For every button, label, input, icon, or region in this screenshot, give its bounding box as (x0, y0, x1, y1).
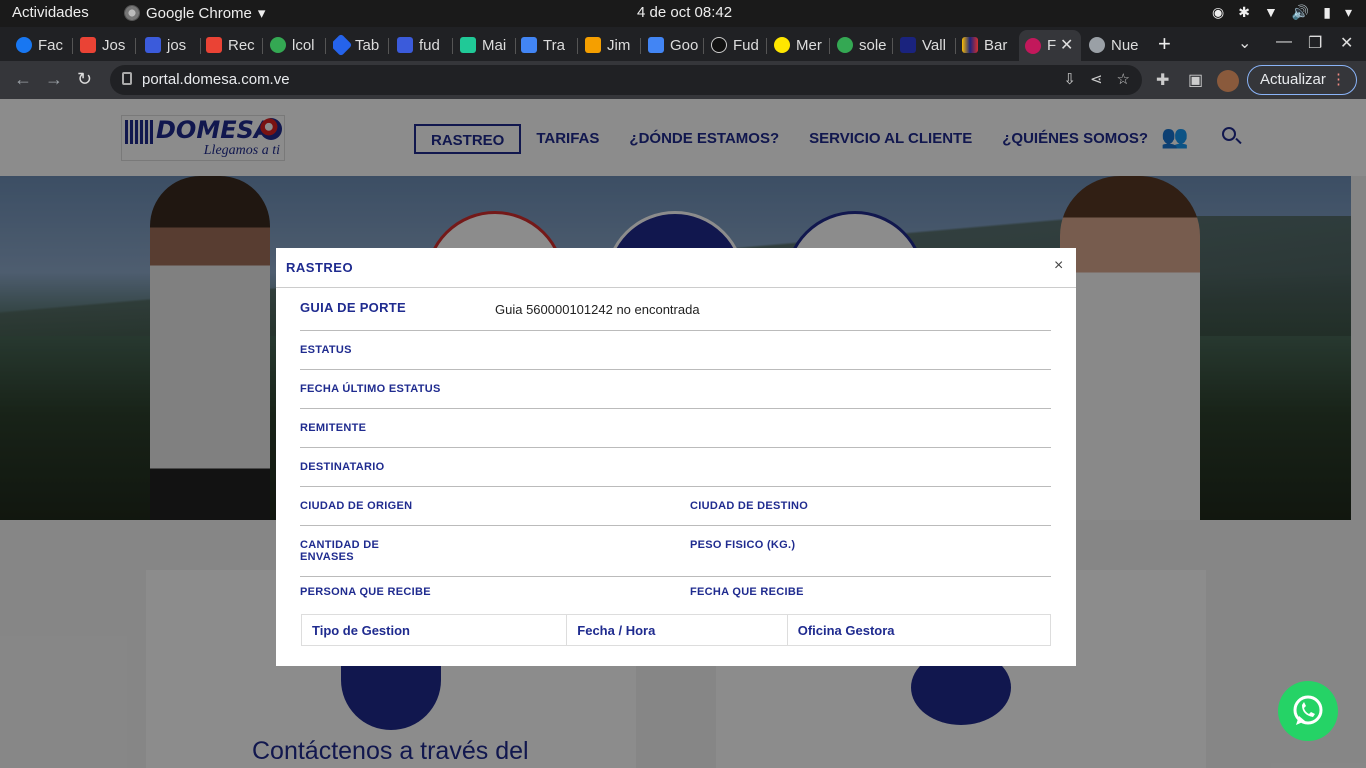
shield-icon (900, 37, 916, 53)
col-oficina-gestora: Oficina Gestora (797, 623, 895, 638)
tab-fud[interactable]: fud (397, 33, 447, 57)
clock[interactable]: 4 de oct 08:42 (637, 4, 732, 21)
tab-google-2[interactable]: Goo (648, 33, 698, 57)
row-estatus: ESTATUS (300, 331, 1051, 370)
chevron-down-icon: ▾ (257, 5, 266, 22)
address-bar[interactable]: portal.domesa.com.ve ⇩ ⋖ ☆ (110, 65, 1142, 95)
network-icon: ◉ (1212, 4, 1225, 20)
share-icon[interactable]: ⋖ (1090, 70, 1103, 88)
back-icon[interactable]: ← (14, 69, 32, 90)
row-envases-peso: CANTIDAD DE ENVASES PESO FISICO (KG.) (300, 526, 1051, 577)
f-icon (711, 37, 727, 53)
tab-mai[interactable]: Mai (460, 33, 510, 57)
site-icon (585, 37, 601, 53)
app-name: Google Chrome (146, 4, 252, 22)
tracking-modal: RASTREO × GUIA DE PORTE Guia 56000010124… (276, 248, 1076, 666)
site-icon (145, 37, 161, 53)
update-button[interactable]: Actualizar (1247, 65, 1357, 95)
modal-title: RASTREO (286, 260, 354, 275)
slack-icon: ✱ (1238, 4, 1250, 20)
globe-icon (1089, 37, 1105, 53)
tab-mercadolibre[interactable]: Mer (774, 33, 824, 57)
minimize-icon[interactable]: — (1276, 33, 1292, 51)
site-icon (397, 37, 413, 53)
row-fecha-ultimo: FECHA ÚLTIMO ESTATUS (300, 370, 1051, 409)
whatsapp-icon (1293, 695, 1323, 725)
col-fecha-hora: Fecha / Hora (567, 615, 788, 645)
close-icon[interactable]: × (1054, 257, 1063, 275)
google-icon (837, 37, 853, 53)
tab-google[interactable]: lcol (270, 33, 320, 57)
row-remitente: REMITENTE (300, 409, 1051, 448)
avatar[interactable] (1217, 70, 1239, 92)
domesa-icon (1025, 37, 1041, 54)
diamond-icon (333, 33, 353, 57)
extensions-icon[interactable]: ✚ (1156, 70, 1169, 90)
tab-search-icon[interactable]: ⌄ (1238, 33, 1251, 53)
modal-header: RASTREO × (276, 248, 1076, 288)
maximize-icon[interactable]: ❐ (1308, 33, 1322, 53)
side-panel-icon[interactable]: ▣ (1188, 70, 1203, 90)
system-tray[interactable]: ◉ ✱ ▼ 🔊 ▮ ▾ (1212, 4, 1352, 21)
row-recibe: PERSONA QUE RECIBE FECHA QUE RECIBE (300, 586, 804, 598)
tab-translate[interactable]: Tra (521, 33, 571, 57)
forward-icon[interactable]: → (45, 69, 63, 90)
install-icon[interactable]: ⇩ (1063, 70, 1076, 88)
bookmark-star-icon[interactable]: ☆ (1117, 70, 1130, 88)
tab-gmail-2[interactable]: Rec (206, 33, 256, 57)
close-tab-icon[interactable]: ✕ (1060, 35, 1073, 55)
gestion-table-header: Tipo de Gestion Fecha / Hora Oficina Ges… (301, 614, 1051, 646)
translate-icon (521, 37, 537, 53)
chrome-icon (124, 5, 140, 21)
tab-fud-2[interactable]: Fud (711, 33, 761, 57)
lock-icon[interactable] (122, 72, 132, 85)
handshake-icon (774, 37, 790, 53)
tab-vall[interactable]: Vall (900, 33, 950, 57)
gmail-icon (206, 37, 222, 53)
tab-facebook[interactable]: Fac (16, 33, 68, 57)
google-icon (270, 37, 286, 53)
new-tab-button[interactable]: + (1158, 31, 1171, 57)
tab-gmail-1[interactable]: Jos (80, 33, 130, 57)
tab-strip: Fac Jos jos Rec lcol Tab fud Mai Tra Jim… (0, 27, 1366, 61)
row-ciudades: CIUDAD DE ORIGEN CIUDAD DE DESTINO (300, 487, 1051, 526)
close-window-icon[interactable]: ✕ (1340, 33, 1353, 53)
row-destinatario: DESTINATARIO (300, 448, 1051, 487)
row-guia: GUIA DE PORTE Guia 560000101242 no encon… (300, 288, 1051, 331)
power-menu-icon: ▾ (1344, 4, 1352, 20)
activities-button[interactable]: Actividades (12, 4, 89, 21)
guia-label: GUIA DE PORTE (300, 300, 406, 315)
facebook-icon (16, 37, 32, 53)
tab-jim[interactable]: Jim (585, 33, 635, 57)
tab-tab[interactable]: Tab (333, 33, 383, 57)
tab-sole[interactable]: sole (837, 33, 887, 57)
flag-icon (962, 37, 978, 53)
col-tipo-gestion: Tipo de Gestion (302, 615, 568, 645)
tab-new[interactable]: Nue (1089, 33, 1144, 57)
m-icon (460, 37, 476, 53)
url-text[interactable]: portal.domesa.com.ve (142, 71, 290, 88)
system-top-bar: Actividades Google Chrome ▾ 4 de oct 08:… (0, 0, 1366, 27)
translate-icon (648, 37, 664, 53)
wifi-icon: ▼ (1263, 4, 1278, 20)
browser-toolbar: ← → ↻ portal.domesa.com.ve ⇩ ⋖ ☆ ✚ ▣ Act… (0, 61, 1366, 99)
guia-value: Guia 560000101242 no encontrada (495, 302, 700, 317)
whatsapp-button[interactable] (1278, 681, 1338, 741)
volume-icon: 🔊 (1291, 4, 1310, 20)
battery-icon: ▮ (1323, 4, 1331, 20)
reload-icon[interactable]: ↻ (77, 69, 92, 90)
gmail-icon (80, 37, 96, 53)
tab-bar[interactable]: Bar (962, 33, 1012, 57)
app-menu[interactable]: Google Chrome ▾ (124, 4, 265, 22)
tab-jose[interactable]: jos (145, 33, 195, 57)
